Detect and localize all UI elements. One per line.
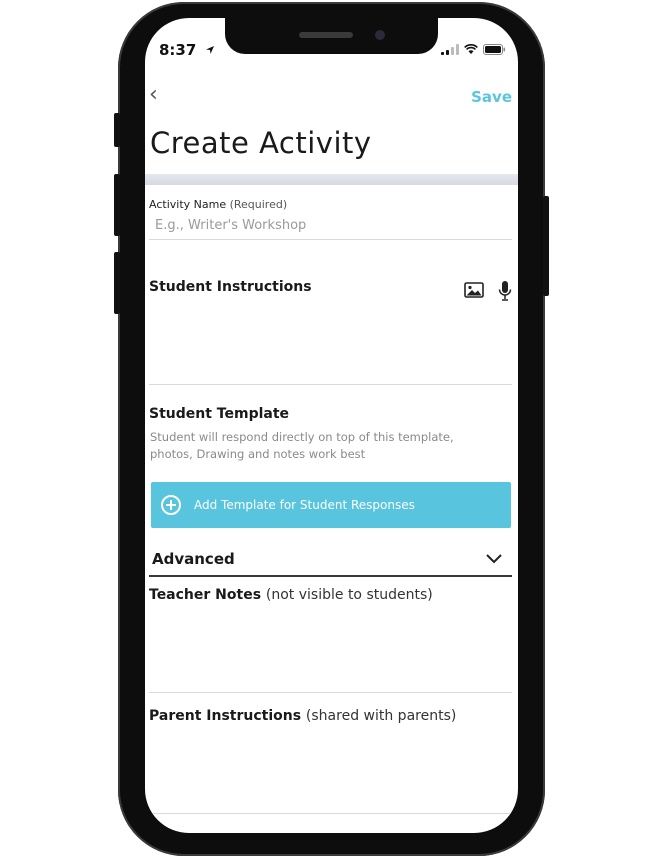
parent-instructions-label: Parent Instructions (149, 708, 302, 724)
chevron-down-icon[interactable] (484, 548, 504, 568)
plus-circle-icon (161, 495, 181, 515)
add-template-label: Add Template for Student Responses (194, 498, 415, 512)
student-instructions-title: Student Instructions (149, 279, 312, 295)
power-button (543, 196, 549, 296)
student-template-description: Student will respond directly on top of … (150, 430, 454, 461)
teacher-notes-title: Teacher Notes (not visible to students) (149, 587, 433, 603)
header-divider (145, 174, 518, 185)
image-icon[interactable] (464, 282, 484, 298)
volume-down-button (114, 252, 120, 314)
wifi-icon (464, 44, 478, 54)
parent-instructions-note: (shared with parents) (305, 708, 457, 724)
battery-icon (483, 44, 506, 55)
activity-name-input[interactable]: E.g., Writer's Workshop (155, 218, 306, 233)
required-indicator: (Required) (229, 198, 288, 211)
chevron-left-icon: ‹ (149, 82, 158, 107)
teacher-notes-note: (not visible to students) (265, 587, 433, 603)
microphone-icon[interactable] (498, 280, 512, 302)
advanced-divider (149, 575, 512, 577)
divider (149, 813, 512, 814)
page-title: Create Activity (150, 126, 372, 160)
add-template-button[interactable]: Add Template for Student Responses (151, 482, 511, 528)
activity-name-label-text: Activity Name (149, 198, 227, 211)
phone-screen: 8:37 ‹ Save Create Activity Activity Nam… (145, 18, 518, 833)
divider (149, 384, 512, 385)
volume-up-button (114, 174, 120, 236)
divider (149, 239, 512, 240)
notch (225, 18, 438, 54)
back-button[interactable]: ‹ (149, 84, 158, 106)
speaker-grille (299, 32, 353, 38)
parent-instructions-title: Parent Instructions (shared with parents… (149, 708, 456, 724)
teacher-notes-label: Teacher Notes (149, 587, 262, 603)
signal-bars-icon (441, 44, 459, 55)
advanced-toggle[interactable]: Advanced (152, 550, 235, 568)
activity-name-label: Activity Name (Required) (149, 198, 287, 211)
status-icons (441, 43, 506, 55)
mute-switch (114, 113, 120, 147)
front-camera (375, 30, 385, 40)
location-arrow-icon (205, 46, 214, 54)
status-time: 8:37 (159, 41, 215, 59)
student-template-title: Student Template (149, 406, 290, 422)
save-button[interactable]: Save (471, 88, 512, 106)
divider (149, 692, 512, 693)
